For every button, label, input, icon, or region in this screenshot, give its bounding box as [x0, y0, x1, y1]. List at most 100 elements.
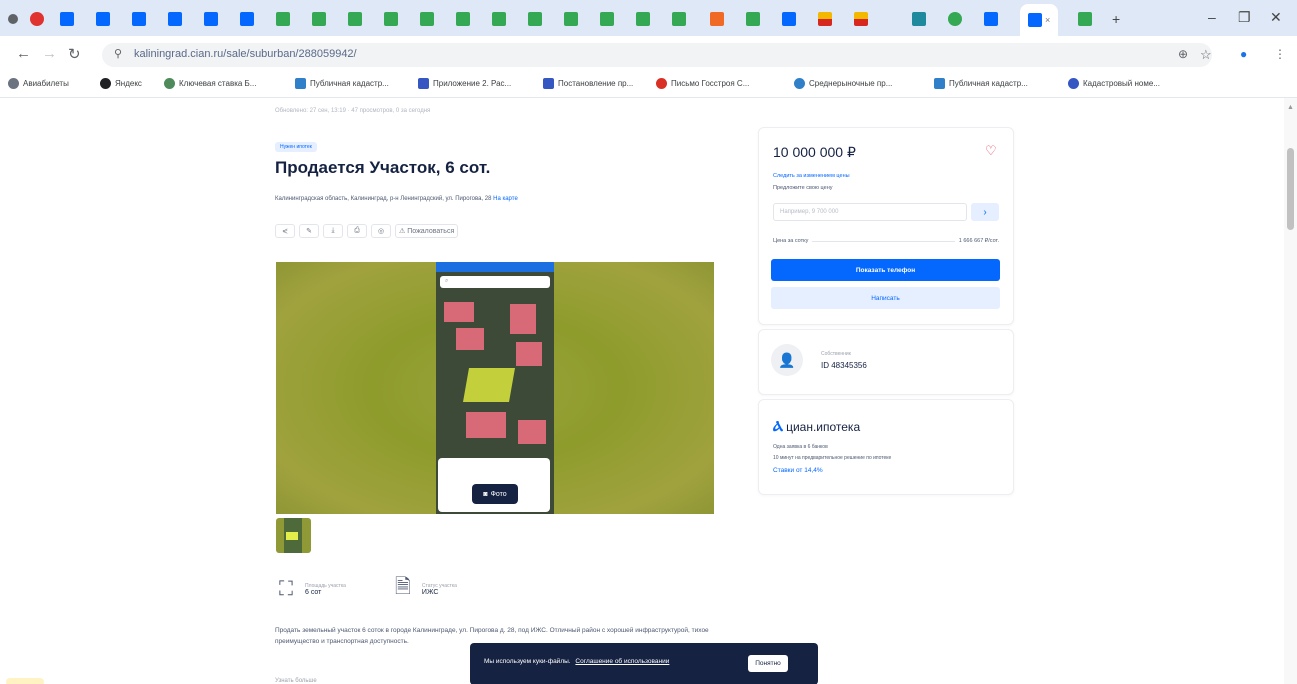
site-icon [456, 12, 470, 26]
tab-green-12[interactable] [672, 7, 686, 31]
site-icon [528, 12, 542, 26]
bookmark-item[interactable]: Приложение 2. Рас... [418, 78, 511, 89]
bookmark-item[interactable]: Постановление пр... [543, 78, 633, 89]
scrollbar-thumb[interactable] [1287, 148, 1294, 230]
offer-label: Предложите свою цену [773, 185, 833, 191]
camera-icon: ◙ [483, 490, 488, 498]
tab-green-8[interactable] [528, 7, 542, 31]
edit-button[interactable]: ✎ [299, 224, 319, 238]
hide-button[interactable]: ◎ [371, 224, 391, 238]
bookmark-item[interactable]: Яндекс [100, 78, 142, 89]
tab-cian-7[interactable] [782, 7, 796, 31]
price-card: 10 000 000 ₽ ♡ Следить за изменением цен… [758, 127, 1014, 325]
cookie-accept-button[interactable]: Понятно [748, 655, 788, 672]
cian-icon [96, 12, 110, 26]
print-button[interactable]: ⎙ [347, 224, 367, 238]
tab-green-3[interactable] [348, 7, 362, 31]
tab-green-last[interactable] [1078, 7, 1092, 31]
gallery-thumbnail[interactable] [276, 518, 311, 553]
folder-icon [934, 78, 945, 89]
tab-green-13[interactable] [746, 7, 760, 31]
map-link[interactable]: На карте [493, 196, 518, 202]
bookmark-item[interactable]: Публичная кадастр... [295, 78, 389, 89]
menu-icon[interactable]: ⋮ [1274, 47, 1286, 61]
tab-cian-8[interactable] [984, 7, 998, 31]
avatar[interactable]: 👤 [771, 344, 803, 376]
offer-submit-button[interactable]: › [971, 203, 999, 221]
new-tab-button[interactable]: + [1112, 7, 1120, 31]
bookmark-item[interactable]: Ключевая ставка Б... [164, 78, 256, 89]
bookmark-star-icon[interactable]: ☆ [1200, 47, 1212, 63]
close-tab-icon[interactable]: × [1045, 15, 1050, 25]
reload-icon[interactable]: ↻ [68, 45, 81, 63]
phone-search-bar: ⌕ [440, 276, 550, 288]
photo-gallery[interactable]: ⌕ ◙ Фото [276, 262, 714, 514]
description-more-link[interactable]: Узнать больше [275, 678, 317, 684]
user-icon: 👤 [778, 351, 796, 368]
listing-photo: ⌕ [436, 262, 554, 514]
cookie-terms-link[interactable]: Соглашение об использовании [575, 658, 669, 665]
tab-active[interactable]: × [1020, 4, 1059, 36]
show-phone-button[interactable]: Показать телефон [771, 259, 1000, 281]
offer-price-input[interactable]: Например, 9 700 000 [773, 203, 967, 221]
share-button[interactable]: ⋞ [275, 224, 295, 238]
roof [518, 420, 546, 444]
tab-green-circle[interactable] [948, 7, 962, 31]
fact-label: Площадь участка [305, 582, 346, 589]
bookmark-item[interactable]: Кадастровый номе... [1068, 78, 1160, 89]
tab-cian-2[interactable] [96, 7, 110, 31]
tab-orange[interactable] [710, 7, 724, 31]
forward-icon[interactable]: → [42, 45, 57, 62]
bookmark-item[interactable]: Авиабилеты [8, 78, 69, 89]
tab-search-button[interactable] [8, 7, 18, 31]
tab-green-1[interactable] [276, 7, 290, 31]
download-button[interactable]: ⤓ [323, 224, 343, 238]
tab-cian-6[interactable] [240, 7, 254, 31]
cian-icon [782, 12, 796, 26]
bookmark-item[interactable]: Среднерыночные пр... [794, 78, 892, 89]
mortgage-card[interactable]: Ⲁ циан.ипотека Одна заявка в 6 банков 10… [758, 399, 1014, 495]
close-window-button[interactable]: ✕ [1270, 9, 1282, 26]
page-scrollbar[interactable]: ▲ [1284, 98, 1297, 684]
address-bar[interactable]: ⚲ kaliningrad.cian.ru/sale/suburban/2880… [102, 43, 1212, 67]
site-icon [1078, 12, 1092, 26]
star-bookmark-icon [656, 78, 667, 89]
tab-green-4[interactable] [384, 7, 398, 31]
back-icon[interactable]: ← [16, 45, 31, 62]
tab-green-11[interactable] [636, 7, 650, 31]
browser-tab-strip: × + – ❐ ✕ [0, 0, 1297, 36]
tab-cian-4[interactable] [168, 7, 182, 31]
listing-badge: Нужен ипотек [275, 142, 317, 152]
write-button[interactable]: Написать [771, 287, 1000, 309]
eye-icon: ◎ [377, 228, 385, 235]
tab-cian-5[interactable] [204, 7, 218, 31]
scroll-up-icon[interactable]: ▲ [1287, 104, 1294, 111]
mortgage-rate-link[interactable]: Ставки от 14,4% [773, 467, 823, 474]
tab-green-9[interactable] [564, 7, 578, 31]
bookmark-item[interactable]: Публичная кадастр... [934, 78, 1028, 89]
cian-icon [240, 12, 254, 26]
tab-teal[interactable] [912, 7, 926, 31]
fact-area: ⛶ Площадь участка 6 сот [275, 572, 346, 606]
tab-green-10[interactable] [600, 7, 614, 31]
tab-opera[interactable] [30, 7, 44, 31]
favorite-heart-icon[interactable]: ♡ [985, 143, 997, 159]
price-history-link[interactable]: Следить за изменением цены [773, 173, 850, 179]
zoom-icon[interactable]: ⊕ [1178, 47, 1188, 61]
tab-green-2[interactable] [312, 7, 326, 31]
tab-flag-1[interactable] [818, 7, 832, 31]
tab-cian-1[interactable] [60, 7, 74, 31]
floating-widget[interactable] [6, 678, 44, 684]
tab-green-6[interactable] [456, 7, 470, 31]
bookmark-item[interactable]: Письмо Госстроя С... [656, 78, 749, 89]
tab-cian-3[interactable] [132, 7, 146, 31]
tab-green-7[interactable] [492, 7, 506, 31]
photo-button[interactable]: ◙ Фото [472, 484, 518, 504]
tab-flag-2[interactable] [854, 7, 868, 31]
restore-button[interactable]: ❐ [1238, 9, 1251, 26]
minimize-button[interactable]: – [1208, 9, 1216, 25]
report-button[interactable]: ⚠ Пожаловаться [395, 224, 459, 238]
tab-green-5[interactable] [420, 7, 434, 31]
site-info-icon[interactable]: ⚲ [114, 47, 122, 60]
profile-icon[interactable]: ● [1240, 47, 1247, 61]
